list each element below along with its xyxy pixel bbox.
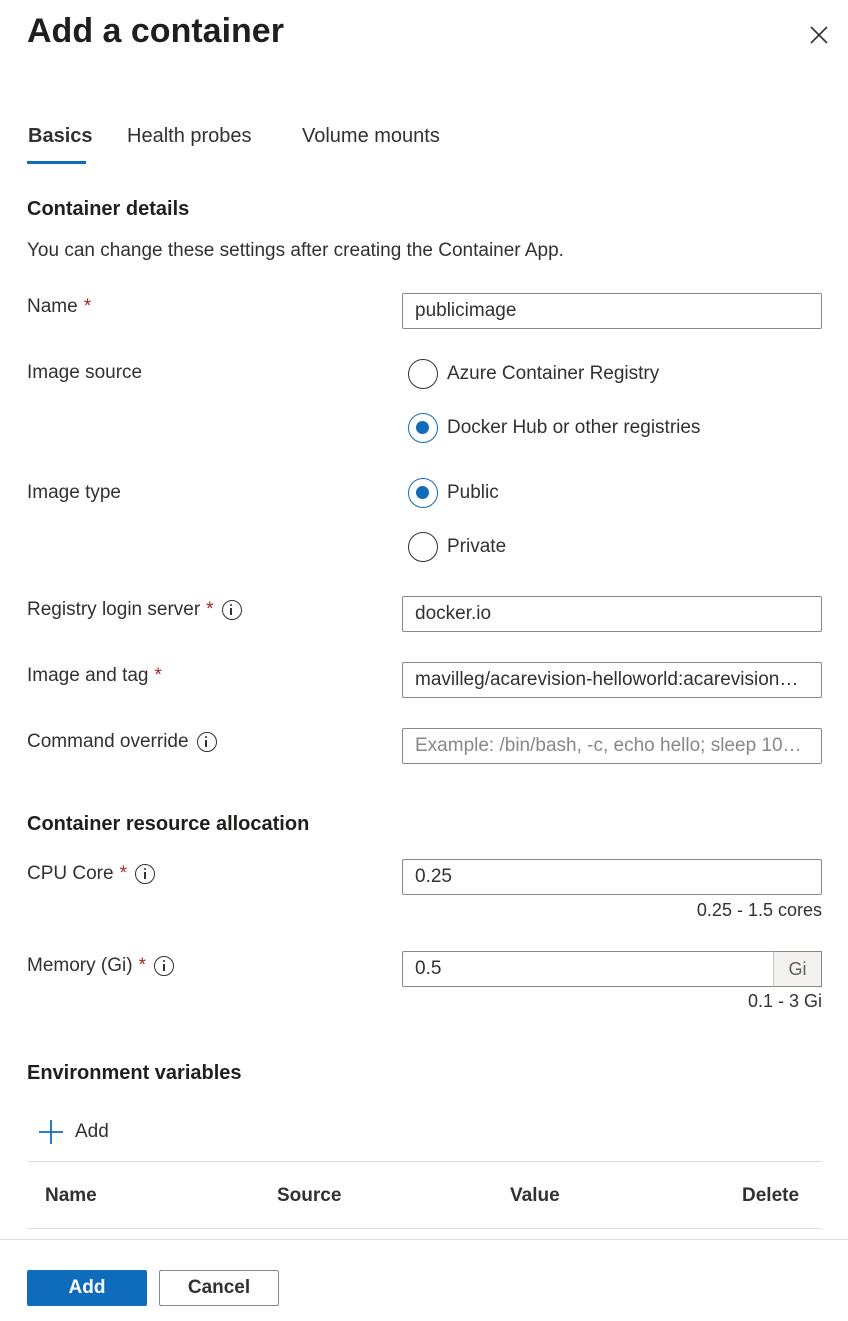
memory-unit-suffix: Gi <box>773 951 822 987</box>
info-icon[interactable] <box>221 600 242 620</box>
cancel-button[interactable]: Cancel <box>159 1270 279 1306</box>
radio-label: Public <box>447 482 499 503</box>
column-header-delete[interactable]: Delete <box>742 1185 799 1207</box>
memory-input[interactable] <box>402 951 774 987</box>
radio-public[interactable]: Public <box>408 478 499 508</box>
radio-azure-container-registry[interactable]: Azure Container Registry <box>408 359 659 389</box>
image-source-label: Image source <box>27 362 142 384</box>
radio-label: Azure Container Registry <box>447 363 660 384</box>
memory-label: Memory (Gi) * <box>27 955 174 977</box>
footer-divider <box>0 1239 848 1240</box>
plus-icon[interactable] <box>38 1119 64 1145</box>
command-override-label-text: Command override <box>27 731 189 752</box>
cpu-core-hint: 0.25 - 1.5 cores <box>696 900 822 920</box>
memory-label-text: Memory (Gi) <box>27 955 133 976</box>
container-details-heading: Container details <box>27 198 190 220</box>
required-indicator: * <box>138 955 146 976</box>
environment-variables-heading: Environment variables <box>27 1062 242 1084</box>
registry-login-server-label-text: Registry login server <box>27 599 201 620</box>
name-label: Name * <box>27 296 91 318</box>
registry-login-server-label: Registry login server * <box>27 599 242 621</box>
image-and-tag-label: Image and tag * <box>27 665 162 687</box>
radio-label: Docker Hub or other registries <box>447 417 701 438</box>
memory-hint: 0.1 - 3 Gi <box>747 991 822 1011</box>
info-icon[interactable] <box>134 864 155 884</box>
image-type-label: Image type <box>27 482 121 504</box>
command-override-label: Command override <box>27 731 217 753</box>
tab-basics[interactable]: Basics <box>28 125 93 148</box>
radio-label: Private <box>447 536 507 557</box>
active-tab-indicator <box>27 161 86 164</box>
registry-login-server-input[interactable] <box>402 596 822 632</box>
command-override-input[interactable] <box>402 728 822 764</box>
info-icon[interactable] <box>196 732 217 752</box>
image-and-tag-input[interactable] <box>402 662 822 698</box>
panel-title: Add a container <box>27 12 284 50</box>
tab-volume-mounts[interactable]: Volume mounts <box>302 125 440 148</box>
info-icon[interactable] <box>153 956 174 976</box>
close-icon[interactable] <box>806 22 832 48</box>
required-indicator: * <box>206 599 214 620</box>
column-header-source[interactable]: Source <box>277 1185 341 1207</box>
table-header-divider <box>27 1228 822 1229</box>
container-details-description: You can change these settings after crea… <box>27 240 564 261</box>
image-source-label-text: Image source <box>27 362 143 383</box>
name-input[interactable] <box>402 293 822 329</box>
resource-allocation-heading: Container resource allocation <box>27 813 310 835</box>
radio-docker-hub[interactable]: Docker Hub or other registries <box>408 413 700 443</box>
cpu-core-input[interactable] <box>402 859 822 895</box>
column-header-value[interactable]: Value <box>510 1185 560 1207</box>
add-env-var-button[interactable]: Add <box>75 1121 109 1143</box>
required-indicator: * <box>119 863 127 884</box>
radio-button-selected[interactable] <box>408 413 438 443</box>
radio-button[interactable] <box>408 532 438 562</box>
name-label-text: Name <box>27 296 78 317</box>
image-and-tag-label-text: Image and tag <box>27 665 149 686</box>
radio-private[interactable]: Private <box>408 532 506 562</box>
radio-button[interactable] <box>408 359 438 389</box>
cpu-core-label: CPU Core * <box>27 863 155 885</box>
required-indicator: * <box>83 296 92 317</box>
column-header-name[interactable]: Name <box>45 1185 97 1207</box>
add-button[interactable]: Add <box>27 1270 147 1306</box>
radio-button-selected[interactable] <box>408 478 438 508</box>
image-type-label-text: Image type <box>27 482 121 503</box>
required-indicator: * <box>154 665 162 686</box>
tab-health-probes[interactable]: Health probes <box>127 125 252 148</box>
table-top-divider <box>27 1161 822 1162</box>
cpu-core-label-text: CPU Core <box>27 863 114 884</box>
